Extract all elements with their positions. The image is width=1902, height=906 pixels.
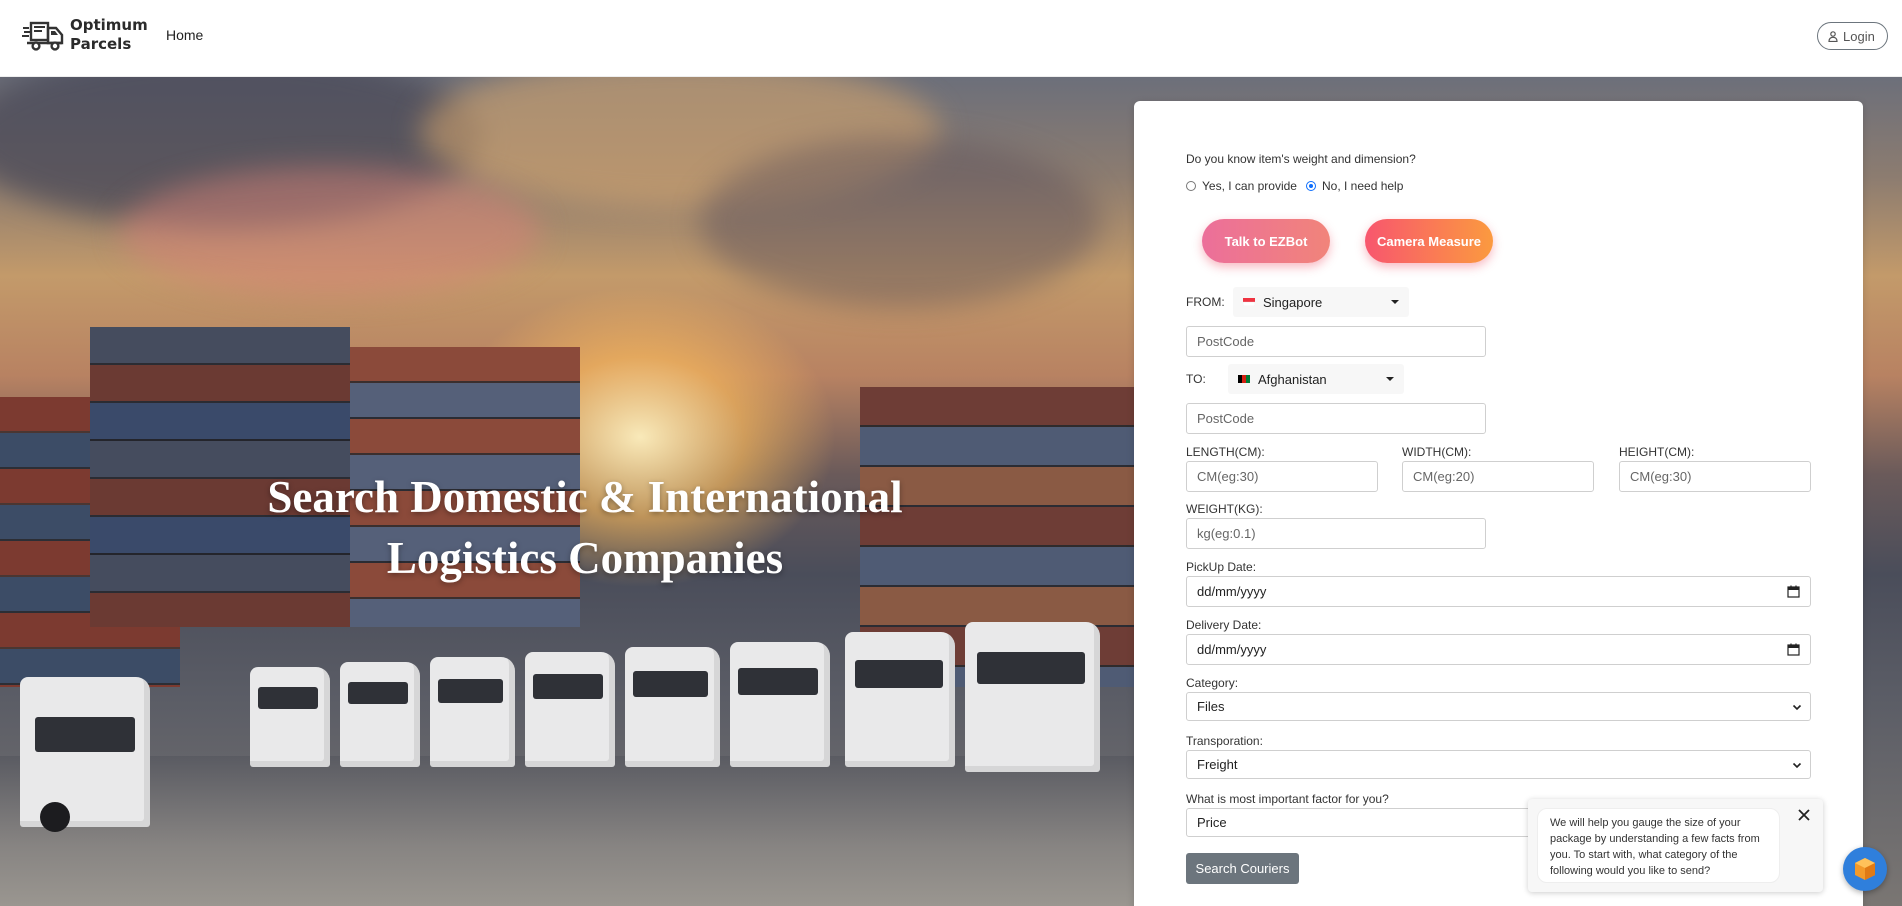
truck xyxy=(525,652,615,767)
to-postcode-input[interactable]: PostCode xyxy=(1186,403,1486,434)
brand-line-2: Parcels xyxy=(70,35,132,53)
brand-logo[interactable]: Optimum Parcels xyxy=(22,16,148,54)
truck xyxy=(340,662,420,767)
radio-yes-label: Yes, I can provide xyxy=(1202,179,1297,193)
chat-message: We will help you gauge the size of your … xyxy=(1537,808,1780,883)
truck-window xyxy=(438,679,503,703)
chat-bot-icon xyxy=(1855,858,1875,880)
truck xyxy=(625,647,720,767)
truck-window xyxy=(738,668,818,695)
chevron-down-icon xyxy=(1792,762,1802,769)
truck-window xyxy=(35,717,135,752)
delivery-date-input[interactable]: dd/mm/yyyy xyxy=(1186,634,1811,665)
truck xyxy=(430,657,515,767)
afghanistan-flag-icon xyxy=(1238,375,1250,383)
hero-title-line-1: Search Domestic & International xyxy=(267,472,903,522)
category-value: Files xyxy=(1197,699,1225,714)
weight-label: WEIGHT(KG): xyxy=(1186,502,1263,516)
truck-window xyxy=(533,674,603,699)
to-label: TO: xyxy=(1186,372,1206,386)
truck-logo-icon xyxy=(22,21,64,51)
transportation-select[interactable]: Freight xyxy=(1186,750,1811,779)
brand-line-1: Optimum xyxy=(70,16,148,34)
truck-yard xyxy=(0,756,1135,906)
truck xyxy=(20,677,150,832)
truck-window xyxy=(348,682,408,704)
truck-window xyxy=(855,660,943,688)
truck-window xyxy=(977,652,1085,684)
truck xyxy=(845,632,955,767)
calendar-icon[interactable] xyxy=(1787,585,1800,598)
chat-launcher-button[interactable] xyxy=(1843,847,1887,891)
category-select[interactable]: Files xyxy=(1186,692,1811,721)
length-label: LENGTH(CM): xyxy=(1186,445,1265,459)
brand-name: Optimum Parcels xyxy=(70,16,148,54)
from-label: FROM: xyxy=(1186,295,1225,309)
important-factor-label: What is most important factor for you? xyxy=(1186,792,1389,806)
talk-to-ezbot-button[interactable]: Talk to EZBot xyxy=(1202,219,1330,263)
chevron-down-icon xyxy=(1792,704,1802,711)
hero-title: Search Domestic & International Logistic… xyxy=(210,467,960,589)
login-label: Login xyxy=(1843,28,1875,44)
truck xyxy=(730,642,830,767)
pickup-date-value: dd/mm/yyyy xyxy=(1197,584,1267,599)
radio-yes[interactable] xyxy=(1186,181,1196,191)
chat-popup: We will help you gauge the size of your … xyxy=(1528,799,1823,892)
to-country-value: Afghanistan xyxy=(1258,371,1327,387)
caret-down-icon xyxy=(1391,300,1399,304)
caret-down-icon xyxy=(1386,377,1394,381)
weight-input[interactable]: kg(eg:0.1) xyxy=(1186,518,1486,549)
pickup-date-input[interactable]: dd/mm/yyyy xyxy=(1186,576,1811,607)
truck-window xyxy=(633,671,708,697)
height-label: HEIGHT(CM): xyxy=(1619,445,1695,459)
hero-title-line-2: Logistics Companies xyxy=(386,533,784,583)
from-country-value: Singapore xyxy=(1263,294,1323,310)
pickup-date-label: PickUp Date: xyxy=(1186,560,1257,574)
height-input[interactable]: CM(eg:30) xyxy=(1619,461,1811,492)
close-icon[interactable] xyxy=(1797,808,1811,822)
calendar-icon[interactable] xyxy=(1787,643,1800,656)
transportation-value: Freight xyxy=(1197,757,1238,772)
top-navbar: Optimum Parcels Home Login xyxy=(0,0,1902,77)
width-label: WIDTH(CM): xyxy=(1402,445,1472,459)
important-factor-value: Price xyxy=(1197,815,1227,830)
radio-no-option[interactable]: No, I need help xyxy=(1306,179,1403,193)
from-postcode-input[interactable]: PostCode xyxy=(1186,326,1486,357)
radio-yes-option[interactable]: Yes, I can provide xyxy=(1186,179,1297,193)
login-button[interactable]: Login xyxy=(1817,22,1888,50)
singapore-flag-icon xyxy=(1243,298,1255,306)
truck-window xyxy=(258,687,318,709)
length-input[interactable]: CM(eg:30) xyxy=(1186,461,1378,492)
truck xyxy=(965,622,1100,772)
from-country-select[interactable]: Singapore xyxy=(1233,287,1409,317)
sky-cloud xyxy=(700,137,1100,307)
sky-cloud xyxy=(120,167,540,297)
width-input[interactable]: CM(eg:20) xyxy=(1402,461,1594,492)
truck-wheel xyxy=(40,802,70,832)
transportation-label: Transporation: xyxy=(1186,734,1263,748)
radio-no[interactable] xyxy=(1306,181,1316,191)
dimension-question: Do you know item's weight and dimension? xyxy=(1186,152,1416,166)
delivery-date-value: dd/mm/yyyy xyxy=(1197,642,1267,657)
to-country-select[interactable]: Afghanistan xyxy=(1228,364,1404,394)
nav-link-home[interactable]: Home xyxy=(166,27,203,43)
delivery-date-label: Delivery Date: xyxy=(1186,618,1262,632)
category-label: Category: xyxy=(1186,676,1239,690)
user-icon xyxy=(1828,30,1838,42)
radio-no-label: No, I need help xyxy=(1322,179,1404,193)
truck xyxy=(250,667,330,767)
camera-measure-button[interactable]: Camera Measure xyxy=(1365,219,1493,263)
search-couriers-button[interactable]: Search Couriers xyxy=(1186,853,1299,884)
